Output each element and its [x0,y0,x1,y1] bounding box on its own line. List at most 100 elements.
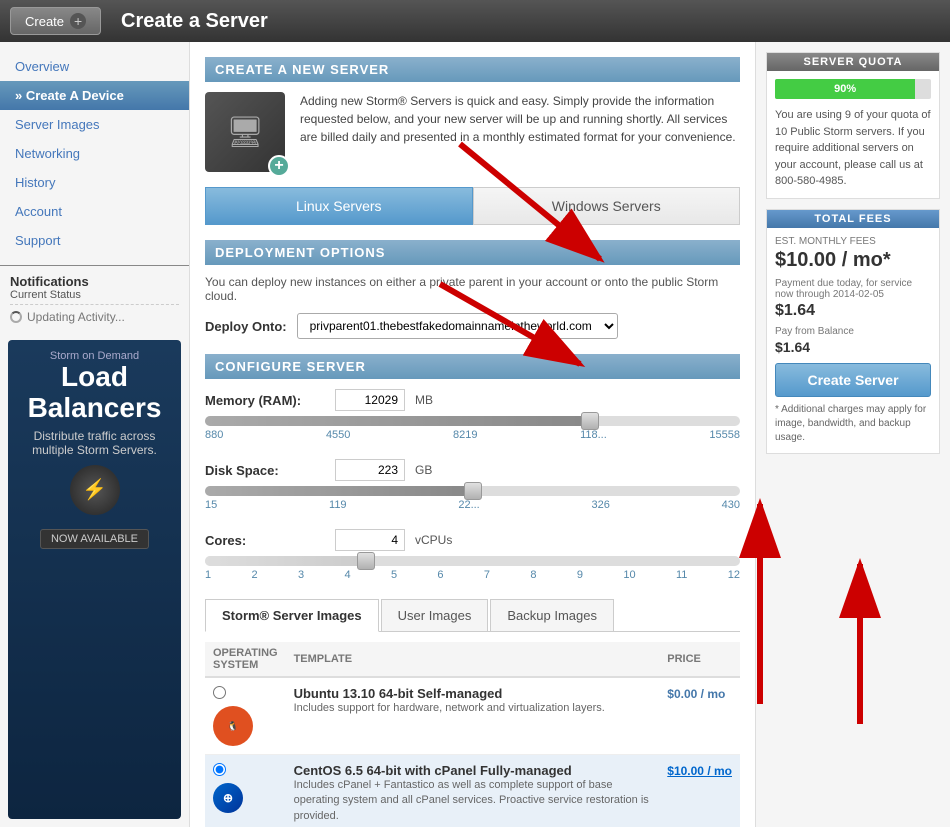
storm-sub-text: Distribute traffic across multiple Storm… [18,429,171,457]
lw-price-cell: $10.00 / mo [659,755,740,827]
liquidweb-logo: ⊕ [213,783,278,813]
quota-title: SERVER QUOTA [767,53,939,71]
pay-amount: $1.64 [775,339,931,355]
tab-windows-servers[interactable]: Windows Servers [473,187,741,225]
tab-backup-images[interactable]: Backup Images [490,599,614,631]
updating-activity: Updating Activity... [10,310,179,324]
ubuntu-desc: Includes support for hardware, network a… [294,701,652,716]
sidebar: Overview » Create A Device Server Images… [0,42,190,827]
cores-unit: vCPUs [415,533,452,547]
table-row: ⊕ CentOS 6.5 64-bit with cPanel Fully-ma… [205,755,740,827]
tab-storm-images[interactable]: Storm® Server Images [205,599,379,632]
cores-thumb[interactable] [357,552,375,570]
cores-fill [205,556,366,566]
memory-label-row: Memory (RAM): MB [205,389,740,411]
fees-box: TOTAL FEES EST. MONTHLY FEES $10.00 / mo… [766,209,940,454]
quota-text: You are using 9 of your quota of 10 Publ… [775,107,931,190]
liquidweb-radio[interactable] [213,763,226,776]
memory-thumb[interactable] [581,412,599,430]
deploy-onto-select[interactable]: privparent01.thebestfakedomainnameinthew… [297,313,618,339]
quota-box: SERVER QUOTA 90% You are using 9 of your… [766,52,940,199]
sidebar-item-overview[interactable]: Overview [0,52,189,81]
monthly-amount: $10.00 / mo* [775,249,931,272]
disk-label: Disk Space: [205,463,325,478]
fees-title: TOTAL FEES [767,210,939,228]
ubuntu-template-cell: Ubuntu 13.10 64-bit Self-managed Include… [286,677,660,755]
disk-label-row: Disk Space: GB [205,459,740,481]
ubuntu-logo-cell: 🐧 [205,677,286,755]
content-area: CREATE A NEW SERVER 🖥 + Adding new Storm… [190,42,950,827]
add-server-icon: + [268,155,290,177]
col-template: TEMPLATE [286,642,660,677]
tab-user-images[interactable]: User Images [381,599,489,631]
sidebar-item-history[interactable]: History [0,168,189,197]
lw-template-cell: CentOS 6.5 64-bit with cPanel Fully-mana… [286,755,660,827]
ubuntu-price-cell: $0.00 / mo [659,677,740,755]
disk-input[interactable] [335,459,405,481]
sidebar-item-support[interactable]: Support [0,226,189,255]
create-server-button[interactable]: Create Server [775,363,931,397]
memory-slider-row: Memory (RAM): MB 880 4550 8219 118... 15… [205,389,740,441]
sidebar-item-create-device[interactable]: » Create A Device [0,81,189,110]
table-row: 🐧 Ubuntu 13.10 64-bit Self-managed Inclu… [205,677,740,755]
sidebar-item-account[interactable]: Account [0,197,189,226]
tab-linux-servers[interactable]: Linux Servers [205,187,473,225]
pay-from-balance-label: Pay from Balance [775,326,931,337]
lw-price: $10.00 / mo [667,764,732,778]
disk-unit: GB [415,463,432,477]
create-server-section-header: CREATE A NEW SERVER [205,57,740,82]
disk-slider-row: Disk Space: GB 15 119 22... 326 430 [205,459,740,511]
deploy-text: You can deploy new instances on either a… [205,275,740,303]
lw-desc: Includes cPanel + Fantastico as well as … [294,778,652,824]
cores-track[interactable] [205,556,740,566]
create-button[interactable]: Create + [10,7,101,35]
server-type-tabs: Linux Servers Windows Servers [205,187,740,225]
quota-pct-label: 90% [834,83,856,95]
lw-swirl-icon: ⊕ [213,783,243,813]
quota-bar: 90% [775,79,931,99]
server-icon: 🖥 + [205,92,285,172]
storm-icon: ⚡ [70,465,120,515]
cores-input[interactable] [335,529,405,551]
cores-label-row: Cores: vCPUs [205,529,740,551]
disk-ticks: 15 119 22... 326 430 [205,499,740,511]
ubuntu-name: Ubuntu 13.10 64-bit Self-managed [294,686,652,701]
ubuntu-price: $0.00 / mo [667,687,725,701]
memory-input[interactable] [335,389,405,411]
layout: Overview » Create A Device Server Images… [0,42,950,827]
sidebar-item-server-images[interactable]: Server Images [0,110,189,139]
lw-name: CentOS 6.5 64-bit with cPanel Fully-mana… [294,763,652,778]
quota-bar-fill: 90% [775,79,915,99]
current-status-label: Current Status [10,289,179,305]
right-panel: SERVER QUOTA 90% You are using 9 of your… [755,42,950,827]
deploy-label: Deploy Onto: [205,319,287,334]
sidebar-nav: Overview » Create A Device Server Images… [0,42,189,265]
cores-label: Cores: [205,533,325,548]
top-bar: Create + Create a Server [0,0,950,42]
cores-slider-row: Cores: vCPUs 123456789101112 [205,529,740,581]
sidebar-item-networking[interactable]: Networking [0,139,189,168]
col-price: PRICE [659,642,740,677]
spinner-icon [10,311,22,323]
col-os: OPERATING SYSTEM [205,642,286,677]
server-icon-image: 🖥 [226,115,264,150]
memory-ticks: 880 4550 8219 118... 15558 [205,429,740,441]
storm-big-text: LoadBalancers [18,362,171,424]
notifications-area: Notifications Current Status Updating Ac… [0,266,189,332]
image-tabs: Storm® Server Images User Images Backup … [205,599,740,632]
fees-note: * Additional charges may apply for image… [775,403,931,445]
memory-label: Memory (RAM): [205,393,325,408]
due-amount: $1.64 [775,302,931,320]
now-available-badge: NOW AVAILABLE [40,529,149,549]
notifications-title: Notifications [10,274,179,289]
intro-row: 🖥 + Adding new Storm® Servers is quick a… [205,92,740,172]
lw-logo-cell: ⊕ [205,755,286,827]
payment-due-label: Payment due today, for service now throu… [775,278,931,300]
disk-track[interactable] [205,486,740,496]
storm-ad[interactable]: Storm on Demand LoadBalancers Distribute… [8,340,181,819]
configure-section-header: CONFIGURE SERVER [205,354,740,379]
create-plus-icon: + [70,13,86,29]
ubuntu-radio[interactable] [213,686,226,699]
disk-thumb[interactable] [464,482,482,500]
memory-track[interactable] [205,416,740,426]
